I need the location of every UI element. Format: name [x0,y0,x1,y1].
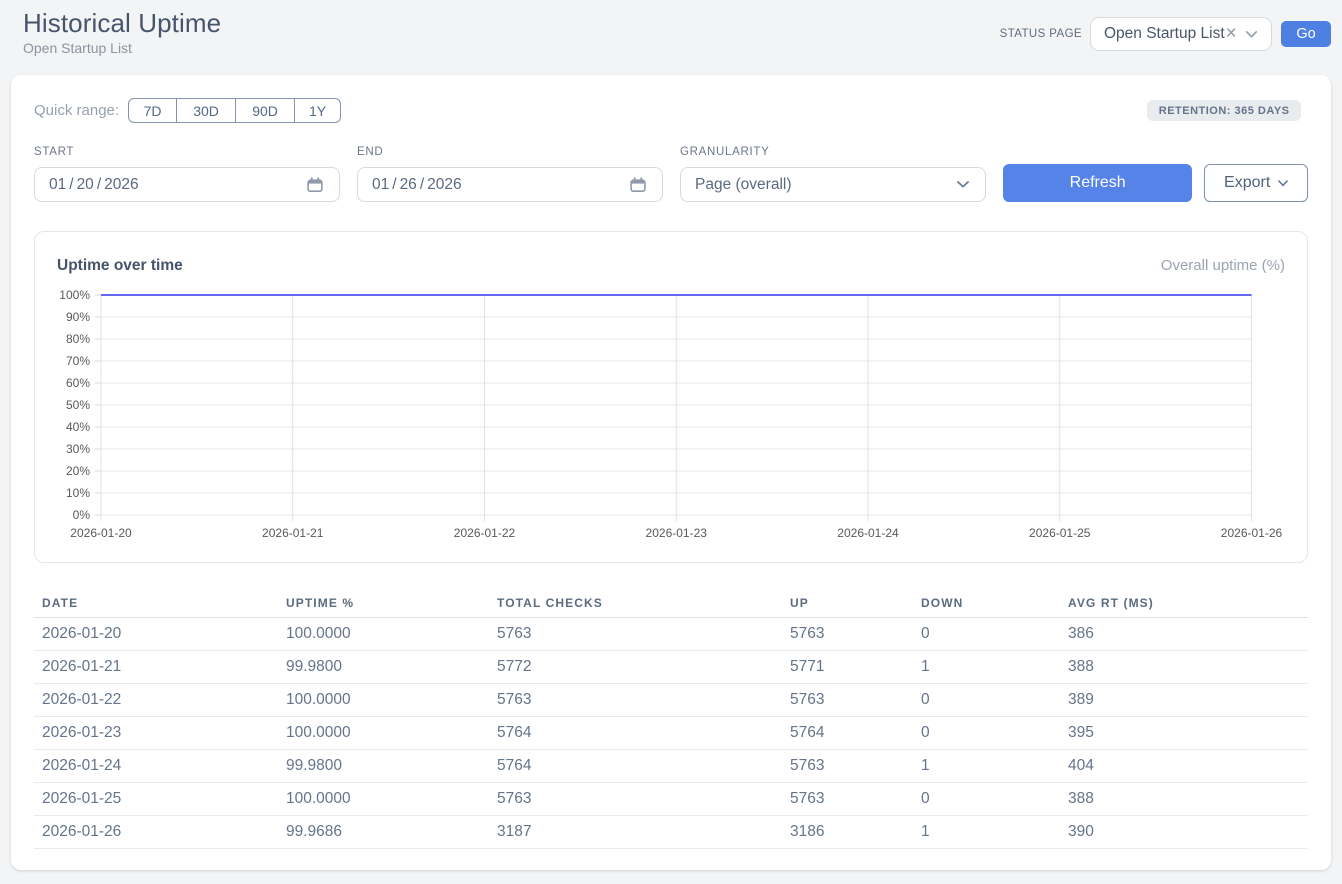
svg-text:2026-01-24: 2026-01-24 [837,526,899,540]
svg-text:0%: 0% [73,508,91,522]
svg-text:90%: 90% [66,310,90,324]
svg-text:2026-01-26: 2026-01-26 [1221,526,1283,540]
svg-text:40%: 40% [66,420,90,434]
svg-text:2026-01-20: 2026-01-20 [70,526,132,540]
svg-text:2026-01-23: 2026-01-23 [646,526,708,540]
svg-text:30%: 30% [66,442,90,456]
svg-text:10%: 10% [66,486,90,500]
svg-text:50%: 50% [66,398,90,412]
svg-text:70%: 70% [66,354,90,368]
svg-text:Overall uptime (%): Overall uptime (%) [1161,257,1285,274]
svg-text:20%: 20% [66,464,90,478]
svg-text:Uptime over time: Uptime over time [57,257,183,274]
svg-text:60%: 60% [66,376,90,390]
svg-text:2026-01-22: 2026-01-22 [454,526,516,540]
svg-text:80%: 80% [66,332,90,346]
svg-text:100%: 100% [59,288,90,302]
svg-text:2026-01-25: 2026-01-25 [1029,526,1091,540]
svg-text:2026-01-21: 2026-01-21 [262,526,324,540]
